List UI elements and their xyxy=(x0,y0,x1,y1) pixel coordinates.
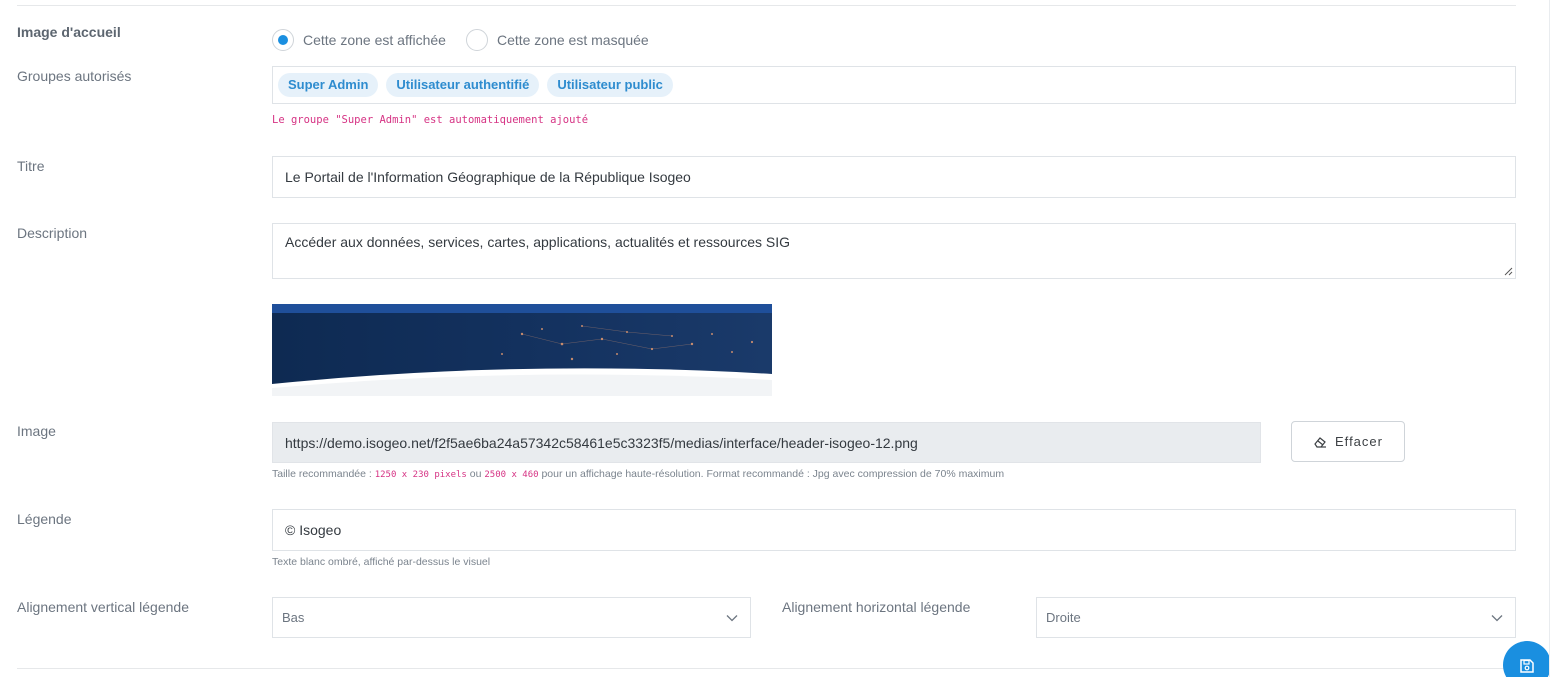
radio-hidden-label: Cette zone est masquée xyxy=(496,32,649,48)
image-accueil-label: Image d'accueil xyxy=(17,24,121,40)
radio-checked-icon[interactable] xyxy=(272,29,294,51)
align-vertical-select[interactable]: Bas xyxy=(272,597,751,638)
align-horizontal-select[interactable]: Droite xyxy=(1036,597,1516,638)
settings-form: Image d'accueil Cette zone est affichée … xyxy=(0,0,1550,677)
clear-image-button[interactable]: Effacer xyxy=(1291,421,1405,462)
groups-note: Le groupe "Super Admin" est automatiquem… xyxy=(272,114,589,126)
image-help-or: ou xyxy=(466,468,485,480)
image-help-suffix: pour un affichage haute-résolution. Form… xyxy=(538,468,1005,480)
description-label: Description xyxy=(17,225,88,241)
eraser-icon xyxy=(1314,436,1327,448)
group-chip[interactable]: Utilisateur authentifié xyxy=(386,73,540,97)
resize-handle-icon[interactable] xyxy=(1503,266,1513,276)
group-chip[interactable]: Super Admin xyxy=(278,73,379,97)
radio-hidden[interactable]: Cette zone est masquée xyxy=(465,29,649,51)
top-divider xyxy=(17,5,1516,6)
radio-shown[interactable]: Cette zone est affichée xyxy=(272,29,446,51)
chevron-down-icon xyxy=(1491,614,1503,621)
groups-multiselect[interactable]: Super Admin Utilisateur authentifié Util… xyxy=(272,66,1516,104)
radio-unchecked-icon[interactable] xyxy=(465,29,488,51)
image-help-prefix: Taille recommandée : xyxy=(272,468,375,480)
legende-label: Légende xyxy=(17,511,72,527)
image-url-value: https://demo.isogeo.net/f2f5ae6ba24a5734… xyxy=(285,434,918,451)
description-value: Accéder aux données, services, cartes, a… xyxy=(285,234,791,250)
chevron-down-icon xyxy=(726,614,738,621)
legende-value: © Isogeo xyxy=(285,522,342,538)
align-vertical-value: Bas xyxy=(282,610,305,625)
align-horizontal-value: Droite xyxy=(1046,610,1081,625)
legende-input[interactable]: © Isogeo xyxy=(272,509,1516,551)
image-label: Image xyxy=(17,423,56,439)
save-button[interactable] xyxy=(1503,641,1550,677)
align-vertical-label: Alignement vertical légende xyxy=(17,599,189,615)
legende-help: Texte blanc ombré, affiché par-dessus le… xyxy=(272,556,491,568)
groupes-label: Groupes autorisés xyxy=(17,68,132,84)
radio-shown-label: Cette zone est affichée xyxy=(303,32,446,48)
visibility-radio-group: Cette zone est affichée Cette zone est m… xyxy=(272,29,669,51)
titre-label: Titre xyxy=(17,158,45,174)
bottom-divider xyxy=(17,668,1516,669)
image-help-size2: 2500 x 460 xyxy=(484,470,539,480)
image-help-size1: 1250 x 230 pixels xyxy=(374,470,467,480)
group-chip[interactable]: Utilisateur public xyxy=(547,73,673,97)
titre-input[interactable]: Le Portail de l'Information Géographique… xyxy=(272,156,1516,198)
image-help: Taille recommandée : 1250 x 230 pixels o… xyxy=(272,468,1004,480)
description-textarea[interactable]: Accéder aux données, services, cartes, a… xyxy=(272,223,1516,279)
image-url-input[interactable]: https://demo.isogeo.net/f2f5ae6ba24a5734… xyxy=(272,422,1261,463)
clear-image-label: Effacer xyxy=(1335,434,1383,449)
save-icon xyxy=(1520,659,1534,673)
titre-value: Le Portail de l'Information Géographique… xyxy=(285,169,691,185)
align-horizontal-label: Alignement horizontal légende xyxy=(782,599,971,615)
image-preview xyxy=(272,304,772,396)
